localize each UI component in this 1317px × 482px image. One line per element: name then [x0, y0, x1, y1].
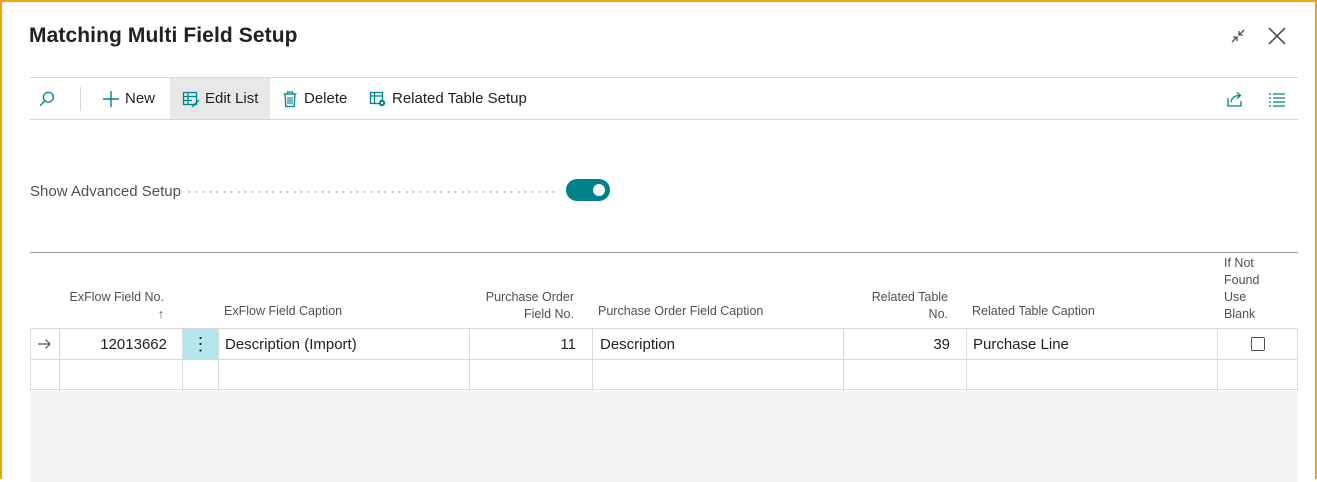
if-not-found-use-blank-checkbox[interactable] — [1251, 337, 1265, 351]
trash-icon — [283, 90, 297, 107]
edit-list-button[interactable]: Edit List — [170, 78, 271, 119]
grid-line — [1297, 328, 1298, 391]
col-header-exflow-field-no-label: ExFlow Field No. — [69, 290, 164, 304]
edit-list-icon — [182, 91, 200, 107]
cell-related-table-caption[interactable]: Purchase Line — [973, 329, 1069, 359]
show-advanced-setup-toggle[interactable] — [566, 179, 610, 201]
row-actions-menu[interactable]: ⋮ — [183, 329, 218, 359]
delete-button[interactable]: Delete — [281, 78, 347, 119]
col-header-if-not-found-line3: Use — [1224, 290, 1247, 304]
more-vertical-icon: ⋮ — [191, 333, 210, 354]
grid-line — [59, 328, 60, 391]
list-icon — [1269, 92, 1285, 107]
col-header-if-not-found-line4: Blank — [1224, 307, 1256, 321]
col-header-if-not-found-line1: If Not — [1224, 256, 1254, 270]
close-button[interactable] — [1263, 22, 1291, 50]
edit-list-label: Edit List — [205, 90, 259, 107]
col-header-purchase-order-field-no-line2: Field No. — [523, 307, 574, 321]
sort-ascending-icon: ↑ — [157, 307, 164, 321]
table-row-empty[interactable] — [30, 359, 1298, 390]
close-icon — [1268, 27, 1286, 45]
col-header-related-table-no-line2: No. — [928, 307, 948, 321]
col-header-if-not-found-line2: Found — [1224, 273, 1260, 287]
setup-grid: ExFlow Field No. ↑ ExFlow Field Caption … — [30, 252, 1298, 482]
action-bar: New Edit List Delete Related Table Setup — [30, 77, 1298, 120]
col-header-related-table-no[interactable]: Related Table No. — [850, 289, 948, 323]
related-table-setup-button[interactable]: Related Table Setup — [369, 78, 527, 119]
list-view-button[interactable] — [1268, 78, 1286, 119]
show-advanced-setup-label: Show Advanced Setup — [30, 183, 181, 200]
cell-purchase-order-field-no[interactable]: 11 — [470, 329, 576, 359]
arrow-right-icon — [38, 339, 51, 349]
grid-line — [592, 328, 593, 391]
plus-icon — [103, 90, 119, 107]
grid-line — [966, 328, 967, 391]
grid-line — [182, 328, 183, 391]
field-leader-dots — [186, 191, 558, 193]
table-row[interactable]: 12013662 ⋮ Description (Import) 11 Descr… — [30, 328, 1298, 359]
new-label: New — [125, 90, 156, 107]
cell-purchase-order-field-caption[interactable]: Description — [600, 329, 675, 359]
col-header-if-not-found-use-blank[interactable]: If Not Found Use Blank — [1224, 255, 1259, 323]
col-header-exflow-field-no[interactable]: ExFlow Field No. ↑ — [60, 289, 164, 323]
share-icon — [1227, 91, 1242, 107]
col-header-purchase-order-field-no-line1: Purchase Order — [485, 290, 574, 304]
col-header-purchase-order-field-caption[interactable]: Purchase Order Field Caption — [598, 303, 763, 320]
grid-line — [469, 328, 470, 391]
grid-empty-area — [30, 391, 1298, 482]
page-dialog: Matching Multi Field Setup New Edit List… — [0, 0, 1317, 482]
delete-label: Delete — [304, 90, 348, 107]
cell-exflow-field-caption[interactable]: Description (Import) — [225, 329, 357, 359]
related-table-setup-label: Related Table Setup — [392, 90, 527, 107]
grid-line — [218, 328, 219, 391]
col-header-purchase-order-field-no[interactable]: Purchase Order Field No. — [460, 289, 574, 323]
col-header-related-table-no-line1: Related Table — [871, 290, 948, 304]
search-button[interactable] — [38, 78, 64, 119]
cell-related-table-no[interactable]: 39 — [850, 329, 950, 359]
action-separator — [80, 87, 81, 111]
toggle-knob — [593, 184, 605, 196]
collapse-button[interactable] — [1224, 22, 1252, 50]
grid-line — [843, 328, 844, 391]
search-icon — [39, 91, 54, 106]
row-indicator — [36, 329, 54, 359]
share-button[interactable] — [1226, 78, 1244, 119]
new-button[interactable]: New — [102, 78, 155, 119]
collapse-icon — [1231, 29, 1245, 43]
grid-line — [30, 328, 31, 391]
cell-exflow-field-no[interactable]: 12013662 — [60, 329, 167, 359]
col-header-related-table-caption[interactable]: Related Table Caption — [972, 303, 1095, 320]
page-title: Matching Multi Field Setup — [29, 24, 298, 47]
col-header-exflow-field-caption[interactable]: ExFlow Field Caption — [224, 303, 342, 320]
grid-line — [1217, 328, 1218, 391]
table-settings-icon — [369, 91, 386, 106]
